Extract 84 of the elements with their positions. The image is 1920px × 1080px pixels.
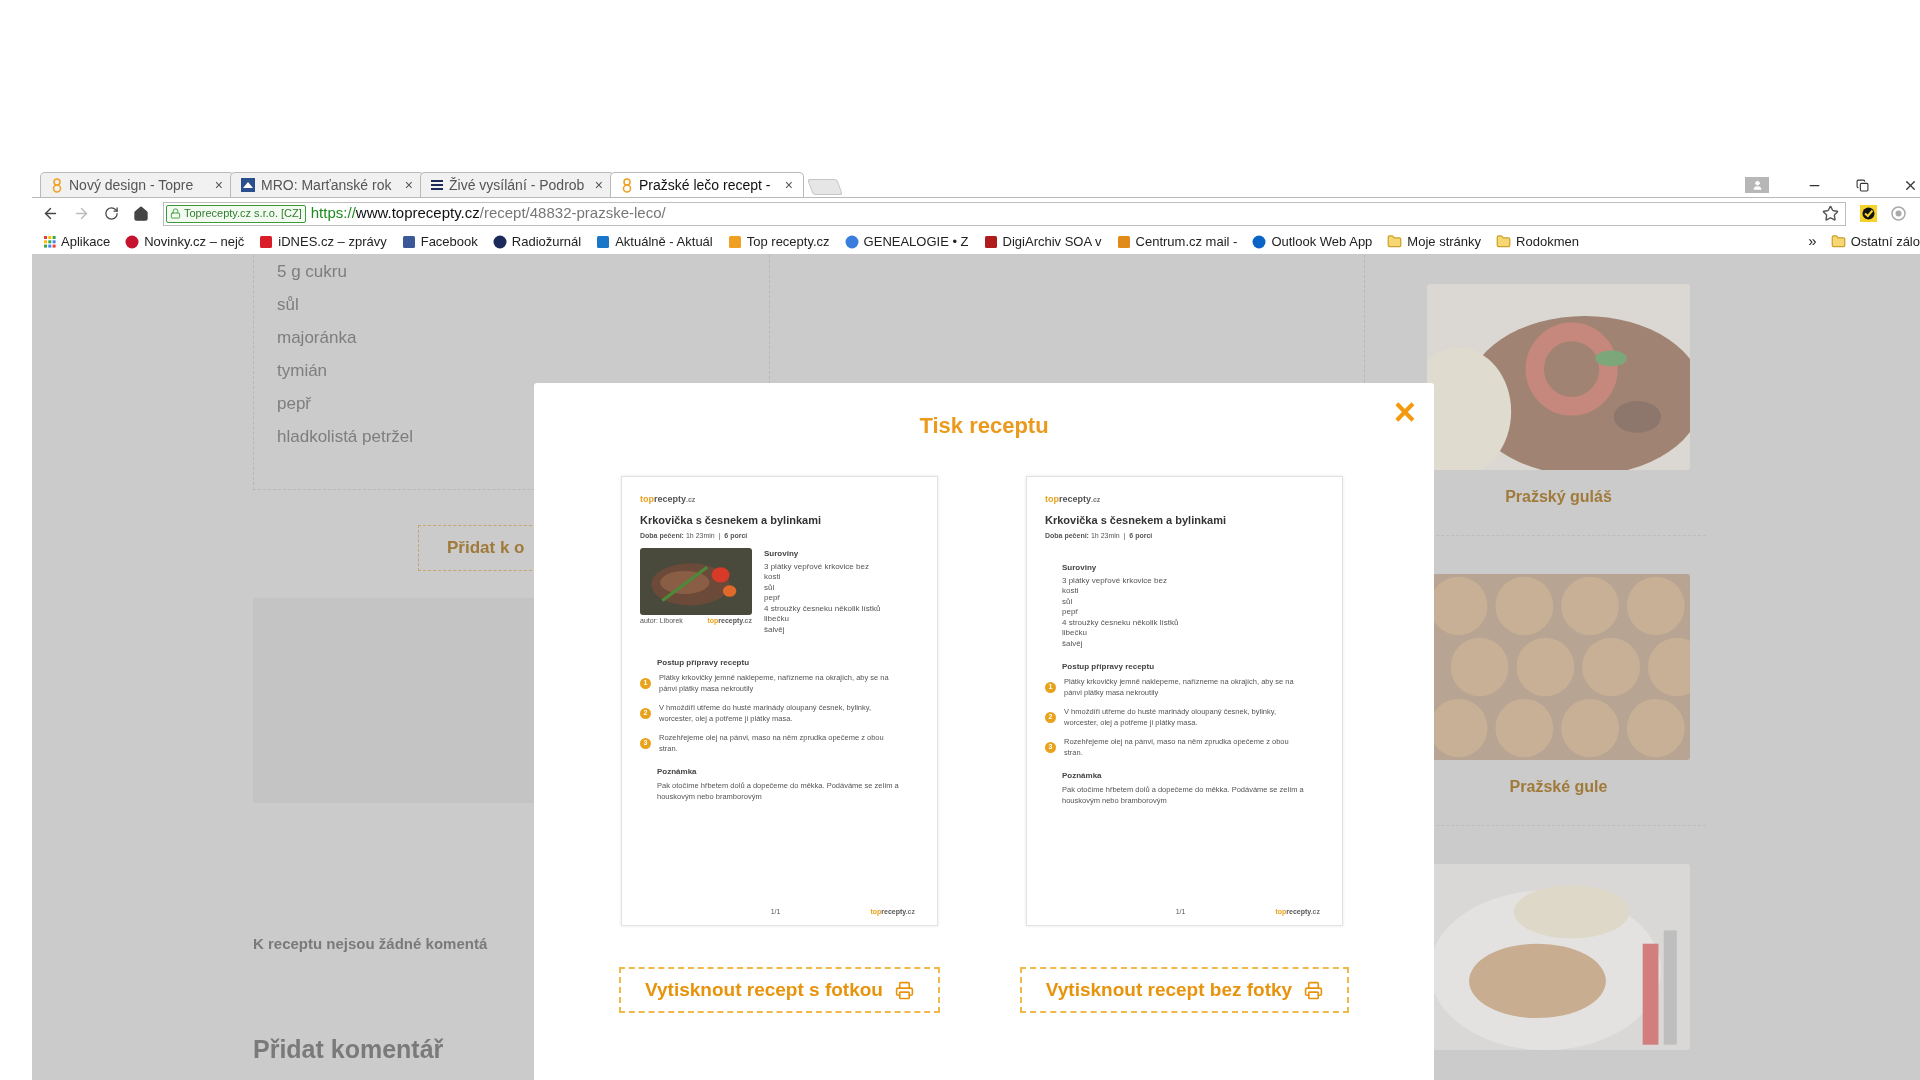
favicon-icon [125, 234, 140, 249]
tab-title: Pražské lečo recept - [639, 175, 772, 195]
browser-tab[interactable]: Pražské lečo recept - × [610, 172, 804, 197]
bookmark-item[interactable]: Centrum.cz mail - [1112, 231, 1242, 252]
ingredient-text: pepř [1062, 607, 1079, 618]
ingredient-text: šalvěj [764, 624, 786, 635]
security-badge[interactable]: Toprecepty.cz s.r.o. [CZ] [166, 204, 306, 223]
note-heading: Poznámka [657, 766, 698, 778]
bookmark-star-icon[interactable] [1822, 205, 1839, 222]
ingredient-text: kosti [1062, 586, 1080, 597]
bookmark-item[interactable]: iDNES.cz – zprávy [255, 231, 391, 252]
ingredient-text: majoránka [277, 327, 358, 349]
folder-icon [1830, 234, 1846, 249]
ingredient-text: libečku [764, 614, 790, 625]
tab-title: Nový design - Topre [69, 175, 195, 195]
ingredient-text: kosti [764, 572, 782, 583]
favicon-icon [596, 234, 611, 249]
ingredients-heading: Suroviny [764, 547, 800, 560]
bookmark-item[interactable]: Radiožurnál [488, 231, 586, 252]
ingredient-text: 4 stroužky česneku několik lístků [1062, 617, 1180, 628]
favicon-icon [983, 234, 998, 249]
favicon-icon [1116, 234, 1131, 249]
bookmark-item[interactable]: DigiArchiv SOA v [979, 231, 1106, 252]
ingredient-text: tymián [277, 360, 329, 382]
bookmark-item[interactable]: Moje stránky [1383, 231, 1486, 252]
bookmark-item[interactable]: Aplikace [40, 231, 115, 252]
favicon-icon [844, 234, 859, 249]
ingredient-text: 3 plátky vepřové krkovice bez [764, 561, 870, 572]
favicon-icon [727, 234, 742, 249]
printer-icon [894, 980, 914, 1000]
bookmark-item[interactable]: Top recepty.cz [723, 231, 834, 252]
ingredient-text: sůl [277, 294, 300, 316]
bookmark-item[interactable]: Ostatní zálo [1830, 231, 1920, 252]
tab-title: Živé vysílání - Podrob [449, 175, 586, 195]
ingredient-text: sůl [764, 582, 776, 593]
favicon-icon [1252, 234, 1267, 249]
favicon-icon [259, 234, 274, 249]
lock-icon [170, 208, 181, 219]
tab-close-button[interactable]: × [784, 174, 793, 196]
bookmark-item[interactable]: Outlook Web App [1248, 231, 1377, 252]
bookmark-item[interactable]: Facebook [397, 231, 482, 252]
note-heading: Poznámka [1062, 770, 1103, 782]
tab-title: MRO: Marťanské rok [261, 175, 393, 195]
folder-icon [1496, 234, 1512, 249]
favicon-icon [492, 234, 507, 249]
address-bar[interactable]: Toprecepty.cz s.r.o. [CZ] https://www.toprecepty.cz/recept/48832-prazske-leco/ [163, 201, 1846, 226]
bookmark-item[interactable]: Rodokmen [1492, 231, 1583, 252]
ingredient-text: sůl [1062, 596, 1074, 607]
tab-close-button[interactable]: × [404, 174, 413, 196]
bookmark-item[interactable]: Novinky.cz – nejč [121, 231, 249, 252]
url-text: https://www.toprecepty.cz/recept/48832-prazske-leco/ [310, 203, 666, 224]
more-bookmarks-button[interactable]: » [1808, 230, 1817, 253]
tab-close-button[interactable]: × [594, 174, 603, 196]
folder-icon [1387, 234, 1403, 249]
ingredient-text: pepř [277, 393, 313, 415]
printer-icon [1304, 980, 1324, 1000]
back-icon[interactable] [42, 205, 59, 222]
no-comments-text: K receptu nejsou žádné komentá [253, 934, 489, 954]
recipe-title: Krkovička s česnekem a bylinkami [640, 512, 822, 528]
favicon-icon [401, 234, 416, 249]
reload-icon[interactable] [104, 206, 119, 221]
check-badge-icon[interactable] [1860, 205, 1877, 222]
restore-icon[interactable] [1856, 178, 1869, 192]
bookmark-item[interactable]: GENEALOGIE • Z [840, 231, 973, 252]
ingredients-heading: Suroviny [1062, 561, 1098, 574]
bookmark-item[interactable]: Aktuálně - Aktuál [592, 231, 717, 252]
lines-icon [431, 178, 443, 192]
ingredient-text: 3 plátky vepřové krkovice bez [1062, 575, 1168, 586]
user-icon [1751, 179, 1763, 191]
ingredient-text: pepř [764, 593, 781, 604]
ingredient-text: 5 g cukru [277, 261, 348, 283]
ingredient-text: hladkolistá petržel [277, 426, 415, 448]
tab-close-button[interactable]: × [214, 174, 223, 196]
dialog-title: Tisk receptu [919, 412, 1049, 440]
apps-grid-icon [44, 235, 56, 248]
steps-heading: Postup přípravy receptu [1062, 661, 1156, 673]
recipe-title: Krkovička s česnekem a bylinkami [1045, 512, 1227, 528]
steps-heading: Postup přípravy receptu [657, 657, 751, 669]
ingredient-text: libečku [1062, 628, 1088, 639]
ingredient-text: šalvěj [1062, 638, 1084, 649]
home-icon[interactable] [133, 205, 149, 222]
ingredient-text: 4 stroužky česneku několik lístků [764, 603, 881, 614]
add-comment-heading: Přidat komentář [253, 1033, 445, 1065]
favicon-icon [241, 178, 255, 192]
